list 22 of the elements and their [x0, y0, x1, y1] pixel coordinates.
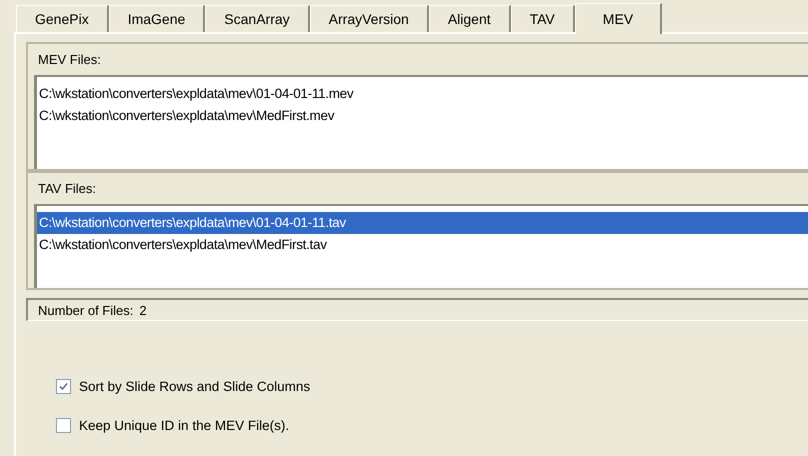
file-list[interactable]: C:\wkstation\converters\expldata\mev\01-04-01-11.mev C:\wkstation\converters\expldata\mev\MedFirst.mev [34, 75, 808, 169]
tab[interactable]: TAV [510, 5, 575, 32]
checkbox-label: Keep Unique ID in the MEV File(s). [79, 418, 290, 433]
tab[interactable]: Aligent [428, 5, 511, 32]
file-list-item[interactable]: C:\wkstation\converters\expldata\mev\01-04-01-11.mev [37, 83, 808, 105]
tab[interactable]: ScanArray [205, 5, 310, 32]
file-count: 2 [139, 302, 147, 318]
tab[interactable]: MEV [574, 3, 662, 34]
status-label: Number of Files: [38, 302, 134, 318]
tab[interactable]: ArrayVersion [310, 5, 429, 32]
checkbox[interactable] [56, 418, 71, 433]
checkbox-label: Sort by Slide Rows and Slide Columns [79, 379, 310, 394]
group-label: MEV Files: [38, 52, 102, 67]
tab[interactable]: ImaGene [108, 5, 206, 32]
file-list-item[interactable]: C:\wkstation\converters\expldata\mev\01-04-01-11.tav [37, 212, 808, 234]
check-icon [59, 382, 68, 391]
group-label: TAV Files: [38, 181, 98, 196]
file-list[interactable]: C:\wkstation\converters\expldata\mev\01-04-01-11.tav C:\wkstation\converters\expldata\mev\MedFirst.tav [34, 204, 808, 288]
tab[interactable]: GenePix [16, 5, 109, 32]
file-list-item[interactable]: C:\wkstation\converters\expldata\mev\MedFirst.mev [37, 105, 808, 127]
checkbox[interactable] [56, 379, 71, 394]
file-list-item[interactable]: C:\wkstation\converters\expldata\mev\MedFirst.tav [37, 234, 808, 256]
